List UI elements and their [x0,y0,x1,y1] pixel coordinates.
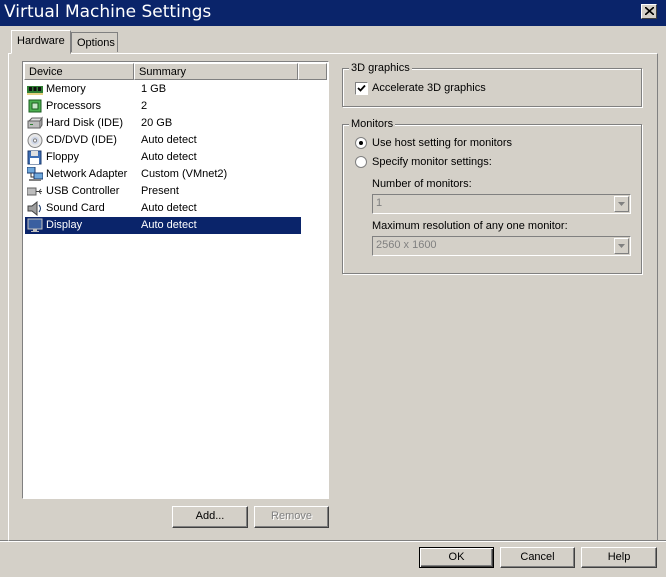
use-host-radio[interactable] [355,137,367,149]
tab-hardware[interactable]: Hardware [11,30,71,54]
display-icon [27,218,43,232]
device-summary: Auto detect [141,134,197,146]
device-summary: Auto detect [141,202,197,214]
accelerate-3d-label[interactable]: Accelerate 3D graphics [372,82,486,94]
close-icon [645,7,654,15]
device-name: USB Controller [46,185,120,197]
close-button[interactable] [641,4,657,19]
device-summary: 2 [141,100,148,112]
device-name: Memory [46,83,86,95]
device-summary: Auto detect [141,151,197,163]
usb-icon [27,187,42,196]
column-header-summary[interactable]: Summary [134,63,298,80]
cd-dvd-icon [27,133,43,148]
column-header-device-label: Device [29,66,63,78]
cancel-button[interactable]: Cancel [500,547,575,568]
column-header-filler [298,63,327,80]
radio-selected-dot [359,141,363,145]
max-resolution-dropdown-button[interactable] [614,238,629,254]
hard-disk-icon [27,116,43,129]
floppy-icon [27,150,42,165]
graphics-group-title: 3D graphics [349,62,412,74]
device-row-usb-controller[interactable]: USB Controller Present [25,183,301,200]
help-button[interactable]: Help [581,547,657,568]
device-row-processors[interactable]: Processors 2 [25,98,301,115]
column-header-device[interactable]: Device [24,63,134,80]
use-host-label[interactable]: Use host setting for monitors [372,137,512,149]
device-name: Floppy [46,151,80,163]
device-name: Sound Card [46,202,105,214]
max-resolution-select[interactable]: 2560 x 1600 [372,236,631,256]
memory-icon [27,86,43,95]
device-row-hard-disk[interactable]: Hard Disk (IDE) 20 GB [25,115,301,132]
specify-monitor-radio[interactable] [355,156,367,168]
sound-card-icon [27,201,41,216]
device-name: Hard Disk (IDE) [46,117,124,129]
monitors-group-title: Monitors [349,118,396,130]
device-row-memory[interactable]: Memory 1 GB [25,81,301,98]
device-summary: 20 GB [141,117,173,129]
num-monitors-dropdown-button[interactable] [614,196,629,212]
device-summary: 1 GB [141,83,167,95]
processor-icon [28,99,42,113]
tab-options[interactable]: Options [71,32,118,52]
device-name: CD/DVD (IDE) [46,134,117,146]
chevron-down-icon [618,202,625,206]
network-adapter-icon [27,167,43,181]
title-bar[interactable]: Virtual Machine Settings [0,0,666,26]
device-row-network-adapter[interactable]: Network Adapter Custom (VMnet2) [25,166,301,183]
remove-button[interactable]: Remove [254,506,329,528]
chevron-down-icon [618,244,625,248]
monitors-group: Monitors Use host setting for monitors S… [342,118,642,274]
device-summary: Auto detect [141,219,197,231]
checkmark-icon [357,84,366,92]
device-list[interactable]: Device Summary Memory 1 GB Processors 2 … [22,61,329,499]
num-monitors-label: Number of monitors: [372,178,472,190]
ok-button[interactable]: OK [419,547,494,568]
device-row-sound-card[interactable]: Sound Card Auto detect [25,200,301,217]
device-name: Processors [46,100,102,112]
device-row-floppy[interactable]: Floppy Auto detect [25,149,301,166]
tab-options-label: Options [77,37,115,49]
device-summary: Custom (VMnet2) [141,168,228,180]
device-row-display[interactable]: Display Auto detect [25,217,301,234]
device-name: Network Adapter [46,168,128,180]
graphics-group: 3D graphics Accelerate 3D graphics [342,62,642,107]
window-title: Virtual Machine Settings [4,2,212,22]
device-name: Display [46,219,83,231]
specify-monitor-label[interactable]: Specify monitor settings: [372,156,492,168]
accelerate-3d-checkbox[interactable] [355,82,368,95]
device-list-header: Device Summary [24,63,327,80]
num-monitors-select[interactable]: 1 [372,194,631,214]
add-button[interactable]: Add... [172,506,248,528]
column-header-summary-label: Summary [139,66,187,78]
device-summary: Present [141,185,179,197]
max-resolution-label: Maximum resolution of any one monitor: [372,220,568,232]
num-monitors-value: 1 [376,197,383,209]
tab-hardware-label: Hardware [17,35,65,47]
device-row-cd-dvd[interactable]: CD/DVD (IDE) Auto detect [25,132,301,149]
max-resolution-value: 2560 x 1600 [376,239,437,251]
